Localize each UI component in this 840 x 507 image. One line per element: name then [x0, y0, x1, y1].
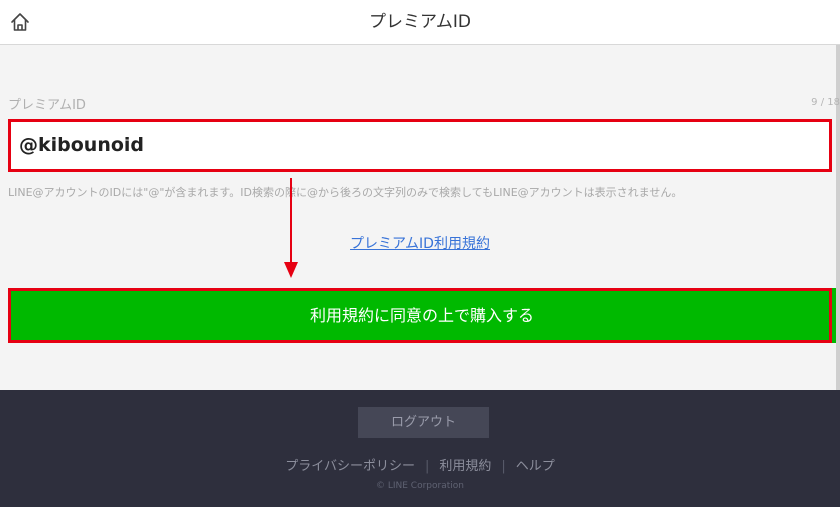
copyright-text: © LINE Corporation — [376, 481, 464, 491]
id-note-text: LINE@アカウントのIDには"@"が含まれます。ID検索の際に@から後ろの文字… — [8, 186, 683, 199]
premium-id-input[interactable] — [19, 127, 799, 163]
privacy-policy-link[interactable]: プライバシーポリシー — [285, 459, 415, 474]
purchase-button-label: 利用規約に同意の上で購入する — [309, 306, 534, 325]
premium-id-terms-link[interactable]: プレミアムID利用規約 — [0, 233, 840, 253]
footer-links: プライバシーポリシー | 利用規約 | ヘルプ — [0, 455, 840, 474]
footer-separator: | — [501, 459, 506, 474]
footer: ログアウト プライバシーポリシー | 利用規約 | ヘルプ © LINE Corpora… — [0, 390, 840, 507]
down-arrow-annotation — [284, 178, 298, 278]
terms-link[interactable]: 利用規約 — [439, 459, 491, 474]
page-title: プレミアムID — [369, 12, 471, 32]
help-link[interactable]: ヘルプ — [516, 459, 555, 474]
app-header: プレミアムID — [0, 0, 840, 45]
agree-and-purchase-button[interactable]: 利用規約に同意の上で購入する — [8, 288, 836, 343]
premium-id-input-box — [8, 119, 832, 172]
footer-separator: | — [424, 459, 430, 474]
character-counter: 9 / 18 — [811, 97, 840, 108]
field-label: プレミアムID — [8, 98, 86, 113]
logout-button[interactable]: ログアウト — [358, 407, 489, 438]
